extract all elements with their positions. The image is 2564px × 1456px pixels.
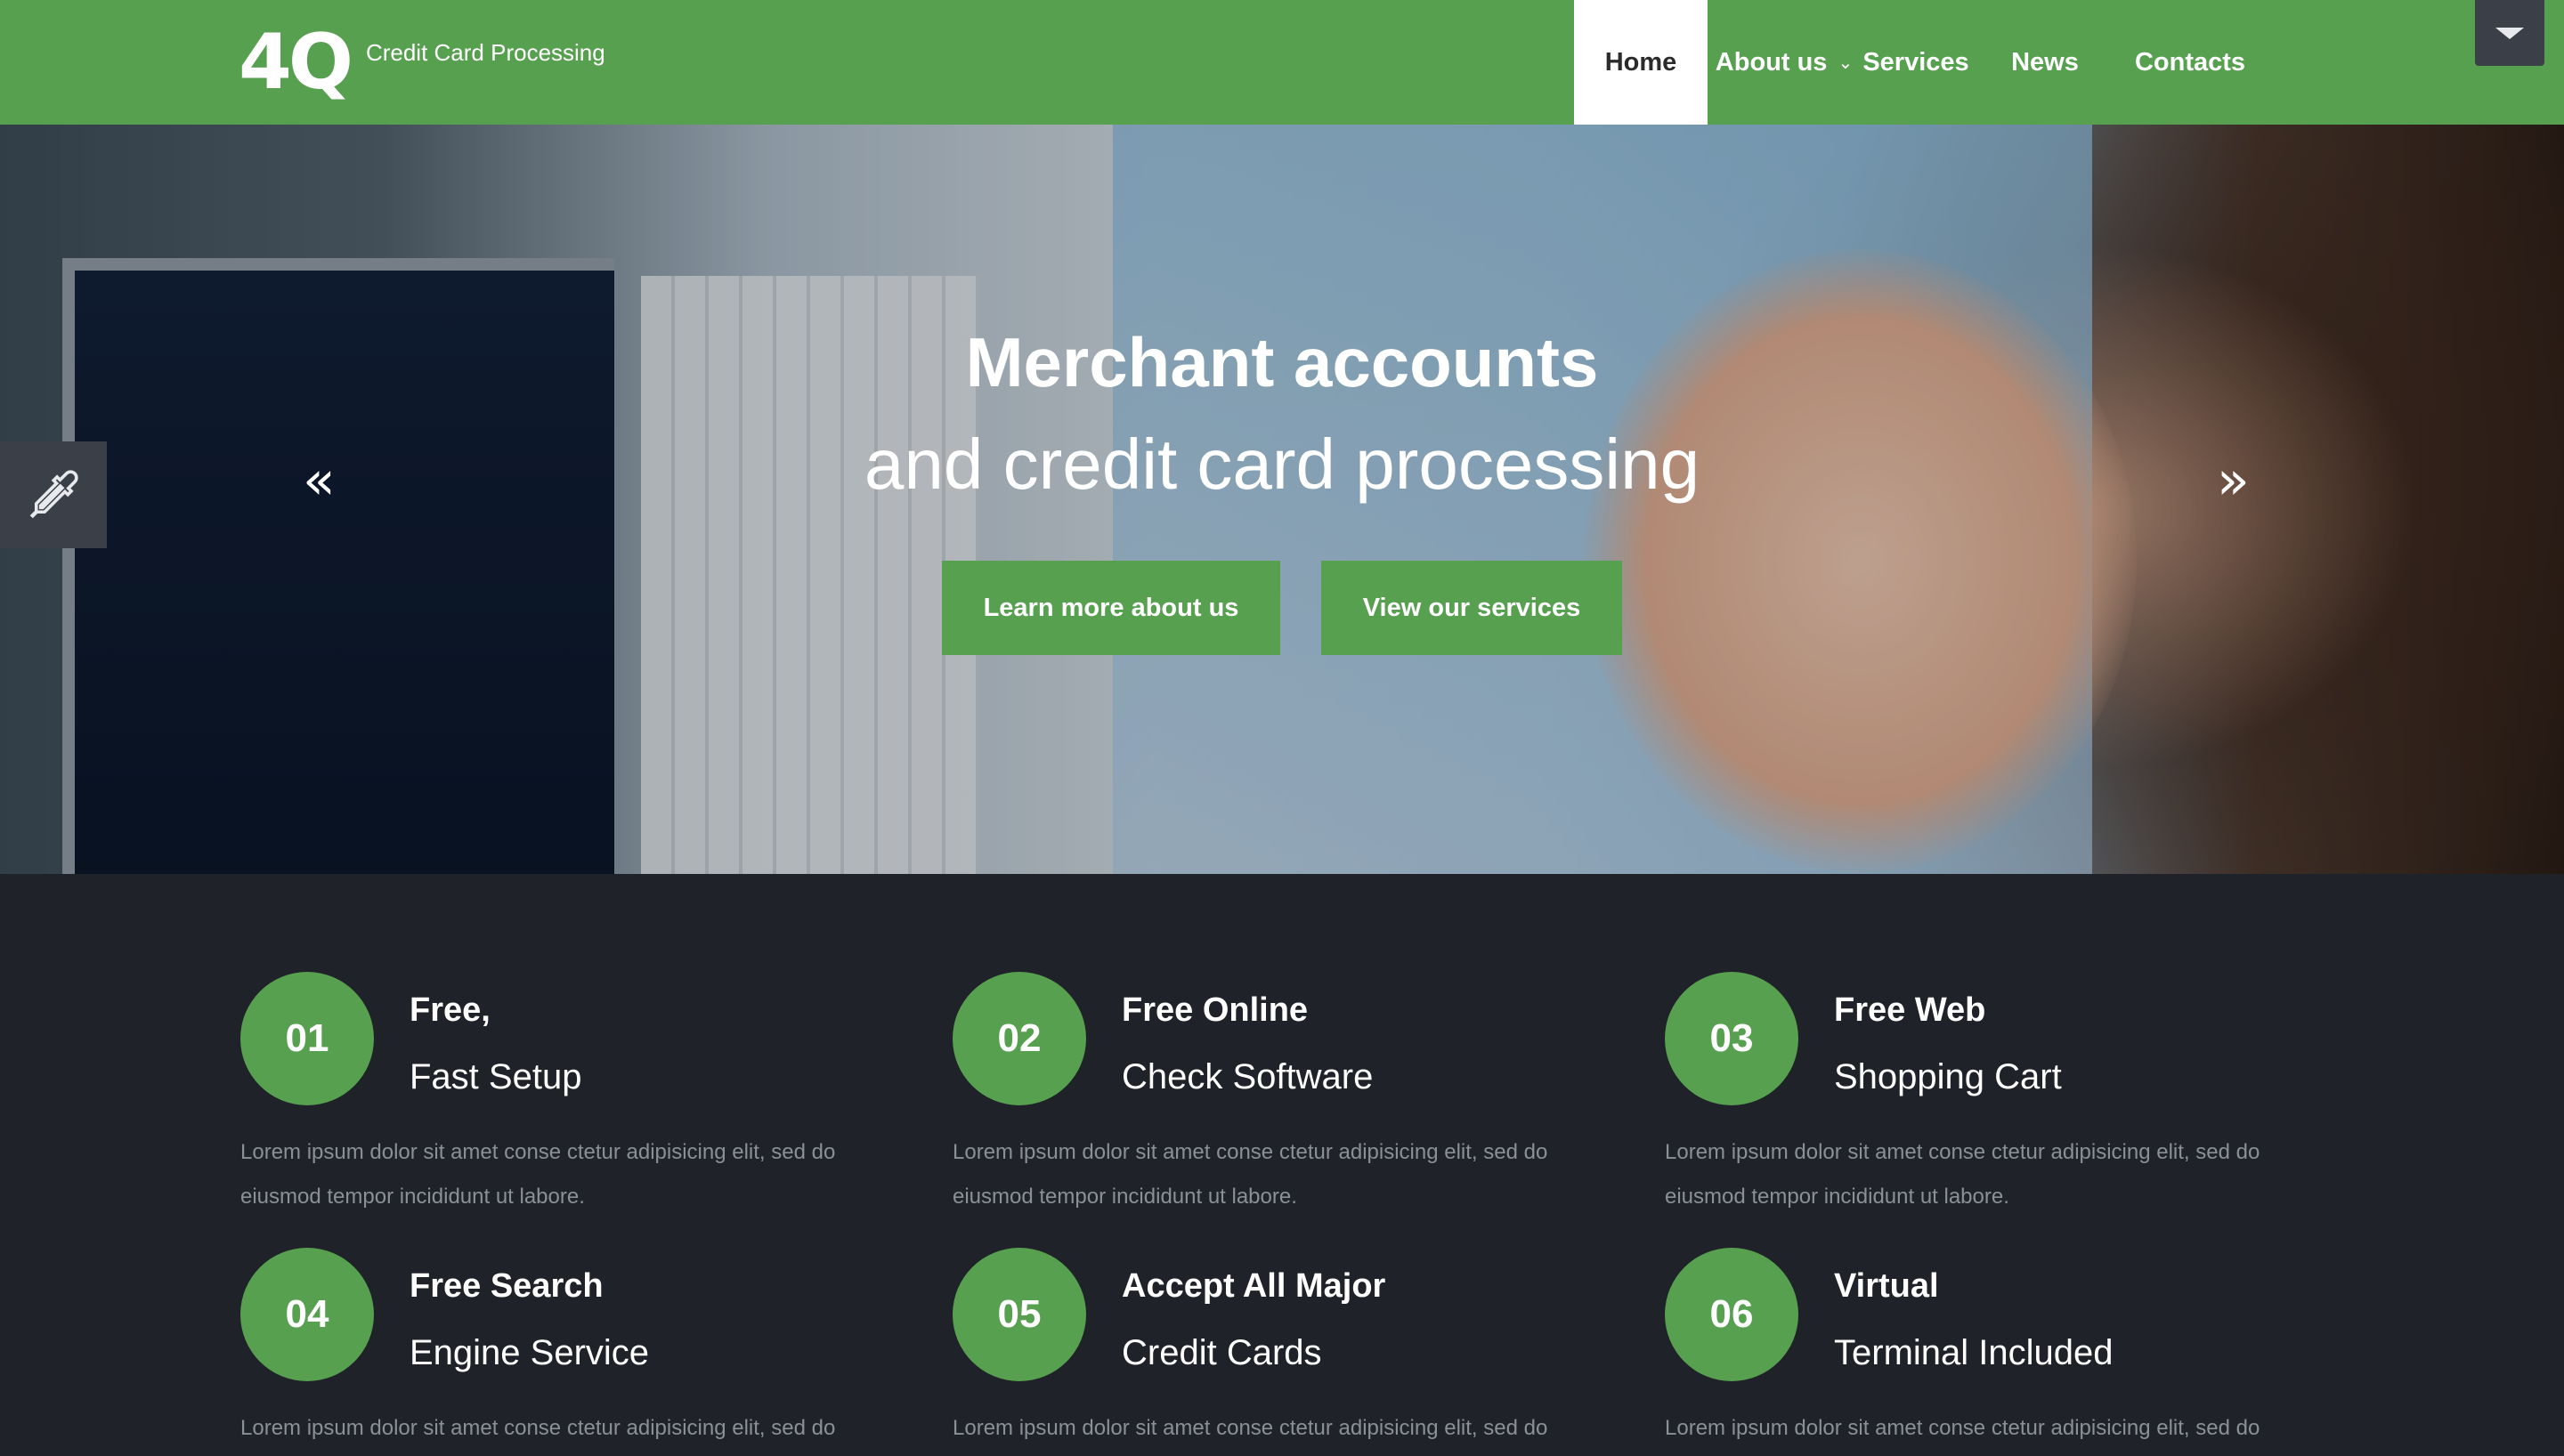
feature-number: 06 [1665,1248,1798,1381]
feature-number: 01 [240,972,374,1105]
caret-down-icon [2495,27,2524,39]
nav-item-contacts[interactable]: Contacts [2119,0,2261,125]
feature-title-line1: Free Search [410,1267,604,1305]
feature-title-line2: Shopping Cart [1834,1057,2062,1096]
style-picker-button[interactable] [0,441,107,548]
nav-item-about-us[interactable]: About us ⌄ [1708,0,1861,125]
main-nav: Home About us ⌄ Services News Contacts [1574,0,2261,125]
logo-mark: 4Q [239,18,353,107]
feature-number: 02 [953,972,1086,1105]
feature-description: Lorem ipsum dolor sit amet conse ctetur … [953,1416,1548,1440]
panel-toggle-button[interactable] [2475,0,2544,66]
feature-title-line2: Credit Cards [1122,1333,1322,1372]
feature-description: Lorem ipsum dolor sit amet conse ctetur … [1665,1416,2260,1440]
feature-title-line2: Terminal Included [1834,1333,2114,1372]
feature-description: Lorem ipsum dolor sit amet conse ctetur … [1665,1140,2260,1209]
site-header: 4Q Credit Card Processing Home About us … [0,0,2564,125]
features-section: 01 Free, Fast Setup Lorem ipsum dolor si… [0,874,2564,1456]
logo[interactable]: 4Q Credit Card Processing [239,20,605,105]
nav-item-services[interactable]: Services [1861,0,1971,125]
chevron-down-icon: ⌄ [1838,53,1854,73]
hero-slider: Merchant accounts and credit card proces… [0,125,2564,874]
feature-description: Lorem ipsum dolor sit amet conse ctetur … [240,1416,836,1440]
feature-title-line1: Free Web [1834,991,1986,1029]
slider-next-icon[interactable]: » [2217,454,2250,507]
view-services-button[interactable]: View our services [1321,561,1622,655]
learn-more-button[interactable]: Learn more about us [942,561,1280,655]
feature-title-line2: Check Software [1122,1057,1374,1096]
nav-item-home[interactable]: Home [1574,0,1708,125]
slider-prev-icon[interactable]: « [303,454,336,507]
hero-title: Merchant accounts [965,323,1599,401]
feature-title-line2: Fast Setup [410,1057,582,1096]
feature-title-line1: Free, [410,991,491,1029]
feature-description: Lorem ipsum dolor sit amet conse ctetur … [240,1140,836,1209]
nav-item-about-us-label: About us [1715,47,1828,77]
feature-number: 05 [953,1248,1086,1381]
nav-item-news[interactable]: News [1971,0,2119,125]
eyedropper-icon [29,470,78,519]
hero-subtitle: and credit card processing [864,425,1700,504]
feature-number: 03 [1665,972,1798,1105]
feature-title-line1: Free Online [1122,991,1309,1029]
feature-title-line1: Virtual [1834,1267,1939,1305]
feature-number: 04 [240,1248,374,1381]
feature-title-line1: Accept All Major [1122,1267,1386,1305]
feature-title-line2: Engine Service [410,1333,650,1372]
feature-description: Lorem ipsum dolor sit amet conse ctetur … [953,1140,1548,1209]
logo-tagline: Credit Card Processing [365,39,605,66]
